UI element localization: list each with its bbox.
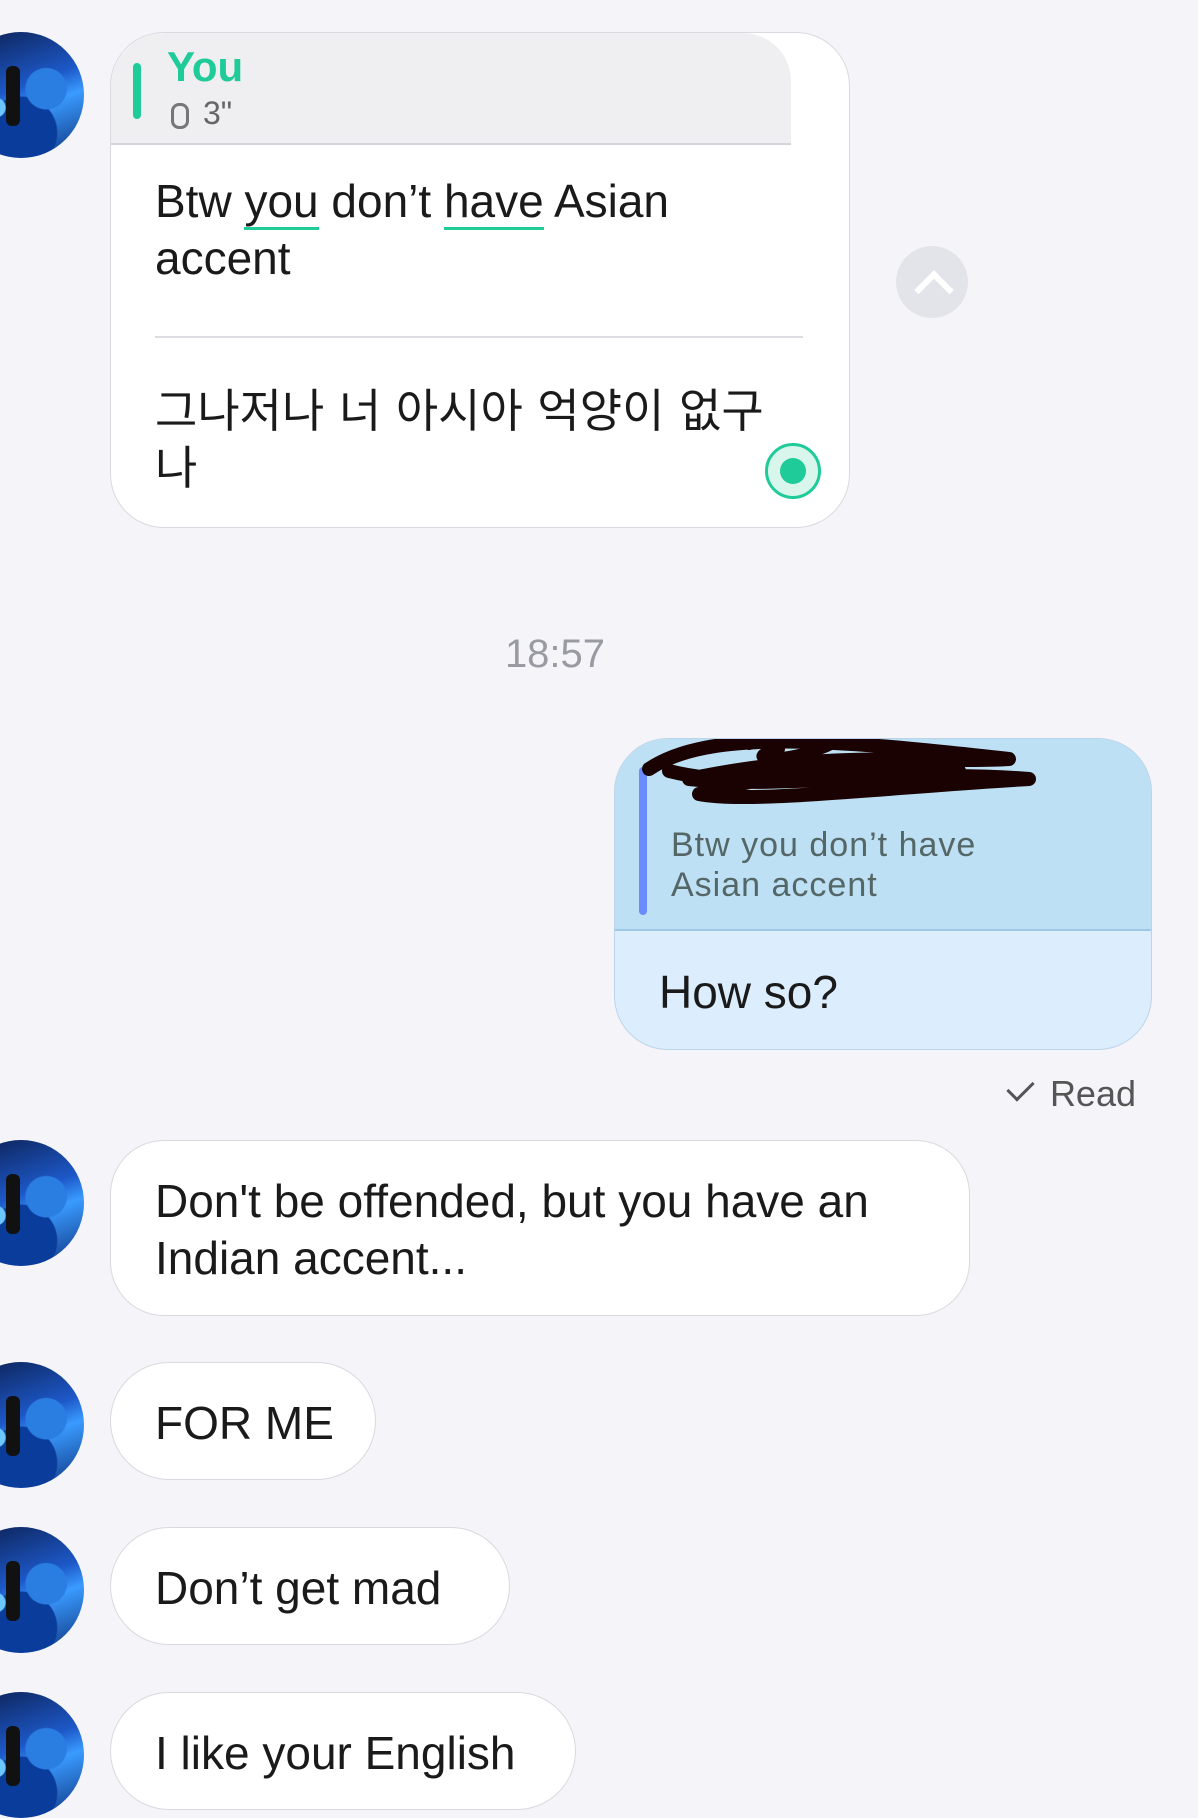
avatar[interactable] xyxy=(0,32,84,158)
reply-quote[interactable]: Btw you don’t have Asian accent xyxy=(615,739,1151,931)
quote-sender: You xyxy=(167,43,244,90)
quoted-text: Btw you don’t have Asian accent xyxy=(671,826,977,904)
transcript-text: Btw you don’t have Asian accent xyxy=(155,175,670,284)
message-text: Don't be offended, but you have an India… xyxy=(155,1175,869,1284)
message-bubble[interactable]: FOR ME xyxy=(110,1362,376,1480)
quote-duration: 3" xyxy=(171,95,232,132)
avatar[interactable] xyxy=(0,1692,84,1818)
highlight-word[interactable]: you xyxy=(244,175,319,230)
message-bubble[interactable]: Don’t get mad xyxy=(110,1527,510,1645)
highlight-word[interactable]: have xyxy=(443,175,544,230)
outgoing-message-bubble[interactable]: Btw you don’t have Asian accent How so? xyxy=(614,738,1152,1050)
redacted-name-scribble xyxy=(642,739,1036,805)
divider xyxy=(155,336,803,338)
read-status: Read xyxy=(1006,1073,1136,1115)
read-check-icon xyxy=(1006,1073,1035,1102)
duration-label: 3" xyxy=(203,95,233,131)
message-bubble-voice-translation[interactable]: You 3" Btw you don’t have Asian accent 그… xyxy=(110,32,850,528)
translate-badge-icon[interactable] xyxy=(765,443,821,499)
avatar[interactable] xyxy=(0,1140,84,1266)
reply-text: How so? xyxy=(659,966,838,1018)
message-bubble[interactable]: I like your English xyxy=(110,1692,576,1810)
read-label: Read xyxy=(1049,1073,1136,1114)
message-text: Don’t get mad xyxy=(155,1562,442,1614)
timestamp: 18:57 xyxy=(504,632,606,676)
reply-quote[interactable]: You 3" xyxy=(111,33,791,145)
avatar[interactable] xyxy=(0,1362,84,1488)
message-bubble[interactable]: Don't be offended, but you have an India… xyxy=(110,1140,970,1316)
avatar[interactable] xyxy=(0,1527,84,1653)
message-text: I like your English xyxy=(155,1727,516,1779)
quote-bar xyxy=(133,63,141,119)
translation-text: 그나저나 너 아시아 억양이 없구나 xyxy=(155,384,764,495)
microphone-icon xyxy=(171,102,189,129)
message-text: FOR ME xyxy=(155,1397,334,1449)
scroll-up-icon[interactable] xyxy=(896,246,968,318)
